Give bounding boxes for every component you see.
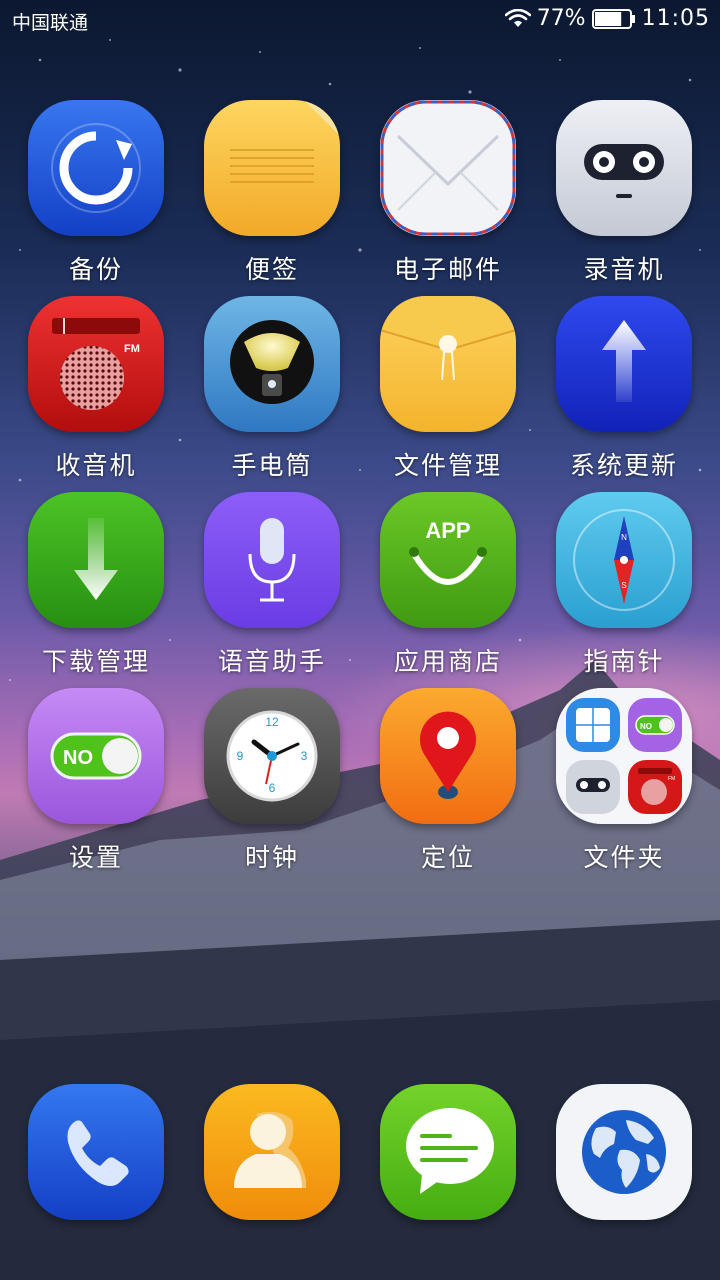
phone-icon — [28, 1084, 164, 1220]
app-clock[interactable]: 12 3 6 9 时钟 — [184, 688, 360, 878]
app-label: 收音机 — [55, 451, 137, 480]
settings-toggle-text: NO — [63, 747, 93, 769]
mini-fm-text: FM — [668, 776, 675, 782]
globe-icon — [556, 1084, 692, 1220]
compass-south: S — [621, 581, 626, 590]
status-indicators: 77% 11:05 — [504, 6, 710, 31]
app-system-update[interactable]: 系统更新 — [536, 296, 712, 486]
wifi-icon — [504, 8, 531, 27]
backup-icon — [28, 100, 164, 236]
app-recorder[interactable]: 录音机 — [536, 100, 712, 290]
app-label: 手电筒 — [231, 451, 313, 480]
dock — [0, 1080, 720, 1230]
app-location[interactable]: 定位 — [360, 688, 536, 878]
system-update-icon — [556, 296, 692, 432]
app-store-icon: APP — [380, 492, 516, 628]
app-label: 时钟 — [244, 843, 299, 872]
clock-dial-9: 9 — [237, 749, 244, 763]
clock-dial-12: 12 — [265, 715, 279, 729]
notes-icon — [204, 100, 340, 236]
file-manager-icon — [380, 296, 516, 432]
app-label: 电子邮件 — [393, 255, 502, 284]
mini-settings-icon: NO — [628, 698, 682, 752]
mini-toggle-text: NO — [640, 722, 652, 731]
email-icon — [380, 100, 516, 236]
dock-contacts[interactable] — [184, 1084, 360, 1234]
app-label: 设置 — [68, 843, 123, 872]
app-label: 语音助手 — [217, 647, 326, 676]
messages-icon — [380, 1084, 516, 1220]
app-label: 定位 — [420, 843, 475, 872]
app-backup[interactable]: 备份 — [8, 100, 184, 290]
app-label: 指南针 — [583, 647, 665, 676]
app-label: 系统更新 — [569, 451, 678, 480]
app-flashlight[interactable]: 手电筒 — [184, 296, 360, 486]
app-email[interactable]: 电子邮件 — [360, 100, 536, 290]
app-label: 应用商店 — [393, 647, 502, 676]
folder-icon: NO FM — [556, 688, 692, 824]
app-label: 便签 — [244, 255, 299, 284]
app-label: 录音机 — [583, 255, 665, 284]
app-grid: 备份 便签 电子邮件 录音机 FM 收音机 手电筒 文件管理 系统更新 下载管理… — [0, 0, 720, 900]
clock-dial-6: 6 — [269, 781, 276, 795]
dock-messages[interactable] — [360, 1084, 536, 1234]
mini-recorder-icon — [566, 760, 620, 814]
app-voice-assistant[interactable]: 语音助手 — [184, 492, 360, 682]
app-compass[interactable]: N S 指南针 — [536, 492, 712, 682]
app-settings[interactable]: NO 设置 — [8, 688, 184, 878]
status-clock: 11:05 — [641, 6, 710, 31]
radio-icon: FM — [28, 296, 164, 432]
battery-percent: 77% — [536, 6, 586, 31]
battery-icon — [591, 8, 635, 29]
app-label: 备份 — [68, 255, 123, 284]
settings-toggle-icon: NO — [28, 688, 164, 824]
app-app-store[interactable]: APP 应用商店 — [360, 492, 536, 682]
carrier-name: 中国联通 — [12, 12, 89, 34]
app-label: 文件管理 — [393, 451, 502, 480]
download-icon — [28, 492, 164, 628]
radio-fm-label: FM — [124, 343, 140, 355]
clock-icon: 12 3 6 9 — [204, 688, 340, 824]
dock-browser[interactable] — [536, 1084, 712, 1234]
app-notes[interactable]: 便签 — [184, 100, 360, 290]
app-folder[interactable]: NO FM 文件夹 — [536, 688, 712, 878]
dock-phone[interactable] — [8, 1084, 184, 1234]
flashlight-icon — [204, 296, 340, 432]
microphone-icon — [204, 492, 340, 628]
app-label: 下载管理 — [41, 647, 150, 676]
app-store-icon-text: APP — [425, 518, 470, 543]
mini-radio-icon: FM — [628, 760, 682, 814]
app-radio[interactable]: FM 收音机 — [8, 296, 184, 486]
app-label: 文件夹 — [583, 843, 665, 872]
contacts-icon — [204, 1084, 340, 1220]
recorder-icon — [556, 100, 692, 236]
app-download-manager[interactable]: 下载管理 — [8, 492, 184, 682]
location-pin-icon — [380, 688, 516, 824]
battery-fill — [594, 11, 621, 26]
status-bar: 中国联通 77% 11:05 — [0, 0, 720, 40]
clock-dial-3: 3 — [301, 749, 308, 763]
compass-icon: N S — [556, 492, 692, 628]
app-file-manager[interactable]: 文件管理 — [360, 296, 536, 486]
mini-calculator-icon — [566, 698, 620, 752]
compass-north: N — [621, 533, 627, 542]
